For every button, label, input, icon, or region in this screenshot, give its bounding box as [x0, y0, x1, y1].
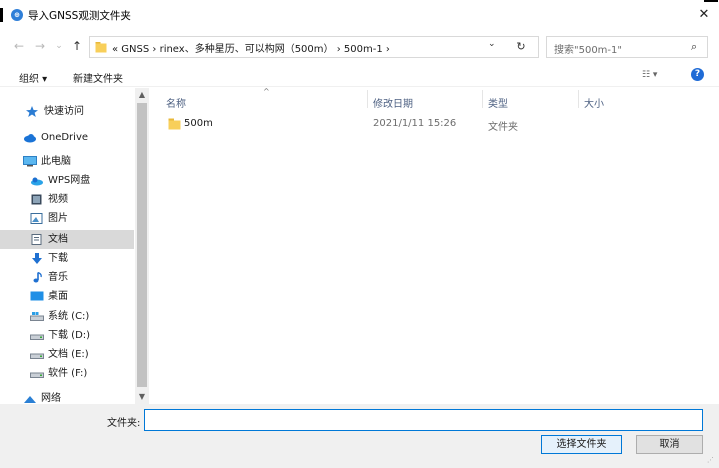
sidebar-item-drive-c[interactable]: 系统 (C:)	[30, 307, 150, 326]
window-edge-mark	[0, 8, 3, 22]
resize-grip-icon[interactable]: ⋰	[707, 456, 714, 464]
sidebar-item-label: 图片	[48, 213, 68, 224]
drive-icon	[30, 367, 44, 378]
column-header-name[interactable]: 名称	[166, 95, 186, 110]
sidebar-item-drive-f[interactable]: 软件 (F:)	[30, 364, 150, 383]
close-button[interactable]: ✕	[692, 5, 716, 25]
chevron-down-icon[interactable]: ⌄	[488, 39, 496, 49]
folder-icon	[95, 42, 107, 53]
address-path[interactable]: « GNSS › rinex、多种星历、可以构网（500m） › 500m-1 …	[112, 40, 390, 55]
scroll-up-icon[interactable]: ▲	[135, 88, 149, 102]
up-arrow-icon[interactable]: ↑	[69, 38, 85, 54]
sidebar-item-label: 文档	[48, 234, 68, 245]
recent-locations-icon[interactable]: ⌄	[51, 38, 67, 54]
sidebar-item-label: WPS网盘	[48, 175, 91, 186]
refresh-icon[interactable]: ↻	[509, 36, 533, 58]
search-placeholder: 搜索"500m-1"	[554, 45, 622, 56]
forward-arrow-icon[interactable]: →	[32, 38, 48, 54]
column-divider[interactable]	[482, 90, 483, 108]
sidebar-item-label: 下载	[48, 253, 68, 264]
system-drive-icon	[30, 310, 44, 321]
sidebar-item-label: 快速访问	[44, 106, 84, 117]
search-icon[interactable]: ⌕	[691, 40, 697, 54]
file-date: 2021/1/11 15:26	[373, 118, 457, 129]
sidebar-item-videos[interactable]: 视频	[30, 190, 150, 209]
computer-icon	[23, 155, 37, 166]
help-icon[interactable]: ?	[691, 68, 704, 81]
organize-menu[interactable]: 组织 ▾	[19, 70, 47, 85]
folder-icon[interactable]	[168, 118, 181, 130]
back-arrow-icon[interactable]: ←	[11, 38, 27, 54]
address-bar[interactable]: « GNSS › rinex、多种星历、可以构网（500m） › 500m-1 …	[89, 36, 539, 58]
select-folder-button[interactable]: 选择文件夹	[541, 435, 622, 454]
folder-name-input[interactable]	[144, 409, 703, 431]
sidebar-item-label: 文档 (E:)	[48, 349, 89, 360]
wps-cloud-icon	[30, 174, 44, 185]
sidebar-item-downloads[interactable]: 下载	[30, 249, 150, 268]
sidebar-item-label: 软件 (F:)	[48, 368, 88, 379]
navigation-pane: 快速访问 OneDrive 此电脑 WPS网盘 视频 图片 文档 下载 音乐 桌…	[0, 88, 150, 404]
sidebar-item-label: 桌面	[48, 291, 68, 302]
cancel-button[interactable]: 取消	[636, 435, 703, 454]
file-name[interactable]: 500m	[184, 118, 213, 129]
sidebar-item-label: 音乐	[48, 272, 68, 283]
sidebar-item-wps-cloud[interactable]: WPS网盘	[30, 171, 150, 190]
video-icon	[30, 193, 44, 204]
column-divider[interactable]	[367, 90, 368, 108]
column-header-size[interactable]: 大小	[584, 95, 604, 110]
sort-ascending-icon: ^	[263, 87, 270, 96]
app-icon: ⊕	[11, 9, 23, 21]
sidebar-item-label: 网络	[41, 393, 61, 404]
view-options-icon[interactable]: ☷ ▾	[642, 70, 657, 80]
scrollbar-thumb[interactable]	[137, 103, 147, 387]
drive-icon	[30, 329, 44, 340]
sidebar-item-onedrive[interactable]: OneDrive	[23, 128, 150, 147]
desktop-icon	[30, 290, 44, 301]
sidebar-item-documents[interactable]: 文档	[0, 230, 134, 249]
sidebar-item-quick-access[interactable]: 快速访问	[26, 102, 150, 121]
documents-icon	[30, 233, 44, 245]
sidebar-item-music[interactable]: 音乐	[30, 268, 150, 287]
file-type: 文件夹	[488, 122, 518, 133]
column-header-date[interactable]: 修改日期	[373, 95, 413, 110]
sidebar-item-drive-d[interactable]: 下载 (D:)	[30, 326, 150, 345]
star-icon	[26, 105, 40, 117]
sidebar-item-label: 系统 (C:)	[48, 311, 90, 322]
download-icon	[30, 252, 44, 264]
sidebar-item-label: 下载 (D:)	[48, 330, 91, 341]
network-icon	[23, 392, 37, 403]
sidebar-item-label: OneDrive	[41, 132, 89, 143]
sidebar-item-network[interactable]: 网络	[23, 389, 150, 404]
music-icon	[30, 271, 44, 282]
sidebar-item-desktop[interactable]: 桌面	[30, 287, 150, 306]
column-divider[interactable]	[578, 90, 579, 108]
sidebar-item-drive-e[interactable]: 文档 (E:)	[30, 345, 150, 364]
window-edge-mark-top	[704, 0, 718, 2]
window-title: 导入GNSS观测文件夹	[28, 10, 131, 22]
pictures-icon	[30, 212, 44, 224]
sidebar-item-this-pc[interactable]: 此电脑	[23, 152, 150, 171]
sidebar-item-label: 此电脑	[41, 156, 71, 167]
search-input[interactable]: 搜索"500m-1" ⌕	[546, 36, 708, 58]
sidebar-item-label: 视频	[48, 194, 68, 205]
new-folder-button[interactable]: 新建文件夹	[73, 70, 123, 85]
column-header-type[interactable]: 类型	[488, 95, 508, 110]
drive-icon	[30, 348, 44, 359]
cloud-icon	[23, 131, 37, 142]
folder-label: 文件夹:	[107, 418, 141, 429]
scroll-down-icon[interactable]: ▼	[135, 390, 149, 404]
sidebar-item-pictures[interactable]: 图片	[30, 209, 150, 228]
divider	[0, 86, 719, 87]
